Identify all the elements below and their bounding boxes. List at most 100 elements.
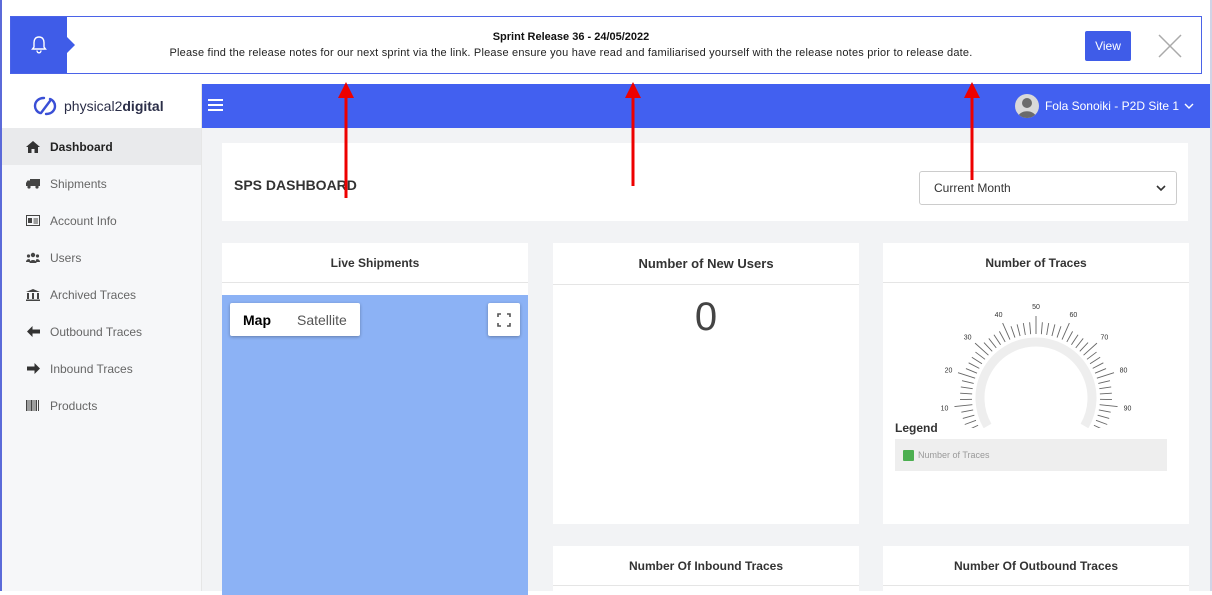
arrow-left-icon: [26, 325, 40, 339]
chevron-down-icon: [1156, 184, 1166, 192]
sidebar-item-label: Dashboard: [50, 140, 113, 154]
hamburger-menu-icon[interactable]: [208, 98, 224, 112]
card-title: Live Shipments: [222, 243, 528, 283]
banner-message: Please find the release notes for our ne…: [81, 47, 1061, 59]
gauge-tick: [1067, 331, 1073, 342]
gauge-tick-label: 40: [995, 312, 1003, 319]
gauge-track: [980, 342, 1092, 426]
gauge-tick: [994, 335, 1001, 345]
avatar: [1015, 94, 1039, 118]
gauge-tick-label: 80: [1120, 368, 1128, 375]
sidebar-item-label: Shipments: [50, 177, 107, 191]
new-users-count: 0: [553, 295, 859, 340]
map-type-toggle: Map Satellite: [230, 303, 360, 336]
gauge-tick-label: 30: [964, 334, 972, 341]
gauge-tick: [1097, 373, 1114, 379]
gauge-tick: [1011, 326, 1015, 337]
fullscreen-icon[interactable]: [488, 303, 520, 336]
sidebar-item-inbound-traces[interactable]: Inbound Traces: [2, 350, 201, 387]
archive-icon: [26, 288, 40, 302]
gauge-tick: [984, 343, 992, 352]
gauge-tick: [1090, 357, 1100, 363]
map[interactable]: Map Satellite: [222, 295, 528, 595]
legend-item-label: Number of Traces: [918, 450, 990, 460]
outbound-traces-card: Number Of Outbound Traces: [883, 546, 1189, 591]
logo[interactable]: physical2digital: [2, 84, 201, 128]
inbound-traces-card: Number Of Inbound Traces: [553, 546, 859, 591]
sidebar-item-account-info[interactable]: Account Info: [2, 202, 201, 239]
sidebar-item-users[interactable]: Users: [2, 239, 201, 276]
gauge-tick: [1093, 363, 1104, 369]
gauge-tick: [961, 410, 973, 412]
barcode-icon: [26, 399, 40, 413]
id-card-icon: [26, 214, 40, 228]
bell-icon: [11, 17, 67, 73]
gauge-tick: [999, 331, 1005, 342]
sidebar-item-label: Inbound Traces: [50, 362, 133, 376]
card-title: Number of Traces: [883, 243, 1189, 283]
sidebar-item-shipments[interactable]: Shipments: [2, 165, 201, 202]
dashboard-header: SPS DASHBOARD Current Month: [222, 143, 1188, 221]
gauge-tick: [1076, 338, 1083, 347]
sidebar-item-label: Outbound Traces: [50, 325, 142, 339]
sidebar-item-dashboard[interactable]: Dashboard: [2, 128, 201, 165]
gauge-tick: [969, 363, 980, 369]
banner-title: Sprint Release 36 - 24/05/2022: [81, 31, 1061, 43]
release-banner: Sprint Release 36 - 24/05/2022 Please fi…: [10, 16, 1202, 74]
user-name: Fola Sonoiki - P2D Site 1: [1045, 99, 1179, 113]
home-icon: [26, 140, 40, 154]
annotation-arrow: [962, 82, 982, 182]
chevron-down-icon: [1184, 102, 1194, 110]
gauge-tick: [967, 425, 978, 428]
sidebar-item-products[interactable]: Products: [2, 387, 201, 424]
gauge-tick: [1098, 415, 1110, 418]
gauge-tick: [961, 387, 973, 389]
gauge-tick: [1047, 323, 1049, 335]
logo-icon: [32, 93, 58, 119]
gauge-tick: [1030, 322, 1031, 334]
traces-gauge: 0102030405060708090100: [883, 288, 1189, 428]
sidebar-item-label: Users: [50, 251, 81, 265]
gauge-tick: [1052, 324, 1055, 336]
gauge-tick: [1023, 323, 1025, 335]
card-title: Number of New Users: [553, 243, 859, 285]
view-release-notes-button[interactable]: View: [1085, 31, 1131, 61]
live-shipments-card: Live Shipments Map Satellite: [222, 243, 528, 591]
gauge-tick: [962, 381, 974, 384]
gauge-tick: [1099, 410, 1111, 412]
card-title: Number Of Outbound Traces: [883, 546, 1189, 586]
period-select-value: Current Month: [934, 181, 1011, 195]
legend-title: Legend: [895, 421, 938, 435]
gauge-tick: [1017, 324, 1020, 336]
gauge-tick: [965, 420, 976, 424]
gauge-tick: [975, 352, 985, 359]
close-icon[interactable]: [1153, 29, 1187, 63]
users-icon: [26, 251, 40, 265]
sidebar: physical2digital Dashboard Shipments Acc…: [2, 84, 202, 591]
user-menu[interactable]: Fola Sonoiki - P2D Site 1: [1015, 94, 1194, 118]
gauge-tick-label: 50: [1032, 304, 1040, 311]
gauge-tick-label: 90: [1124, 406, 1132, 413]
gauge-tick: [1096, 420, 1107, 424]
gauge-tick: [963, 415, 975, 418]
gauge-tick: [966, 369, 977, 374]
map-tab-satellite[interactable]: Satellite: [284, 303, 360, 336]
gauge-tick: [1094, 425, 1105, 428]
sidebar-item-label: Products: [50, 399, 97, 413]
gauge-tick: [972, 357, 982, 363]
gauge-tick: [1062, 323, 1069, 339]
gauge-tick: [1071, 335, 1078, 345]
gauge-tick: [1100, 405, 1118, 407]
period-select[interactable]: Current Month: [919, 171, 1177, 205]
gauge-tick: [1057, 326, 1061, 337]
annotation-arrow: [336, 82, 356, 200]
sidebar-item-outbound-traces[interactable]: Outbound Traces: [2, 313, 201, 350]
gauge-tick-label: 60: [1070, 312, 1078, 319]
map-tab-map[interactable]: Map: [230, 303, 284, 336]
sidebar-item-archived-traces[interactable]: Archived Traces: [2, 276, 201, 313]
banner-text: Sprint Release 36 - 24/05/2022 Please fi…: [81, 31, 1061, 59]
legend-swatch: [903, 450, 914, 461]
gauge-tick: [1099, 387, 1111, 389]
traces-card: Number of Traces 0102030405060708090100 …: [883, 243, 1189, 524]
gauge-tick: [960, 393, 972, 394]
